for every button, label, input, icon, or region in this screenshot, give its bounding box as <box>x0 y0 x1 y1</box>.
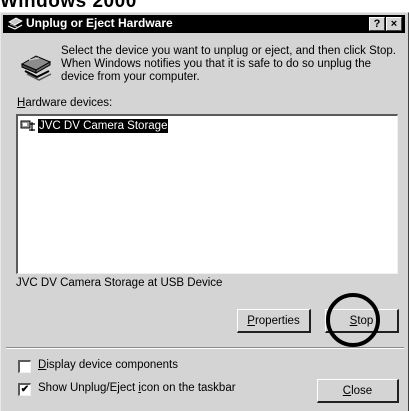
hardware-label-rest: ardware devices: <box>25 97 113 109</box>
stop-button[interactable]: Stop <box>325 309 399 333</box>
usb-storage-icon <box>20 120 35 131</box>
display-components-rest: isplay device components <box>46 359 178 371</box>
properties-accel: P <box>247 315 255 327</box>
close-button[interactable]: Close <box>317 379 399 403</box>
properties-button[interactable]: Properties <box>237 309 311 333</box>
unplug-eject-dialog: Unplug or Eject Hardware ? × Select the … <box>0 12 409 411</box>
unplug-hardware-icon <box>20 55 52 81</box>
properties-rest: roperties <box>254 315 300 327</box>
window-title: Unplug or Eject Hardware <box>26 16 173 30</box>
display-components-checkbox[interactable] <box>18 360 31 373</box>
separator <box>6 347 404 349</box>
show-icon-label[interactable]: Show Unplug/Eject icon on the taskbar <box>38 382 236 394</box>
close-rest: lose <box>351 385 373 397</box>
device-description: JVC DV Camera Storage at USB Device <box>16 277 223 289</box>
title-bar[interactable]: Unplug or Eject Hardware ? × <box>3 15 405 33</box>
close-window-button[interactable]: × <box>386 17 402 31</box>
device-item-label: JVC DV Camera Storage <box>38 119 169 133</box>
intro-text: Select the device you want to unplug or … <box>61 45 396 83</box>
hardware-devices-list[interactable]: JVC DV Camera Storage <box>16 114 398 274</box>
show-icon-checkbox[interactable]: ✔ <box>18 383 31 396</box>
show-icon-rest: con on the taskbar <box>140 382 236 394</box>
display-components-label[interactable]: Display device components <box>38 359 178 371</box>
hardware-eject-icon <box>7 17 23 30</box>
close-accel: C <box>342 385 352 397</box>
hardware-devices-label: Hardware devices: <box>17 97 112 109</box>
show-icon-pre: Show Unplug/Eject <box>38 382 139 394</box>
stop-rest: top <box>357 315 374 327</box>
help-button[interactable]: ? <box>369 17 385 31</box>
